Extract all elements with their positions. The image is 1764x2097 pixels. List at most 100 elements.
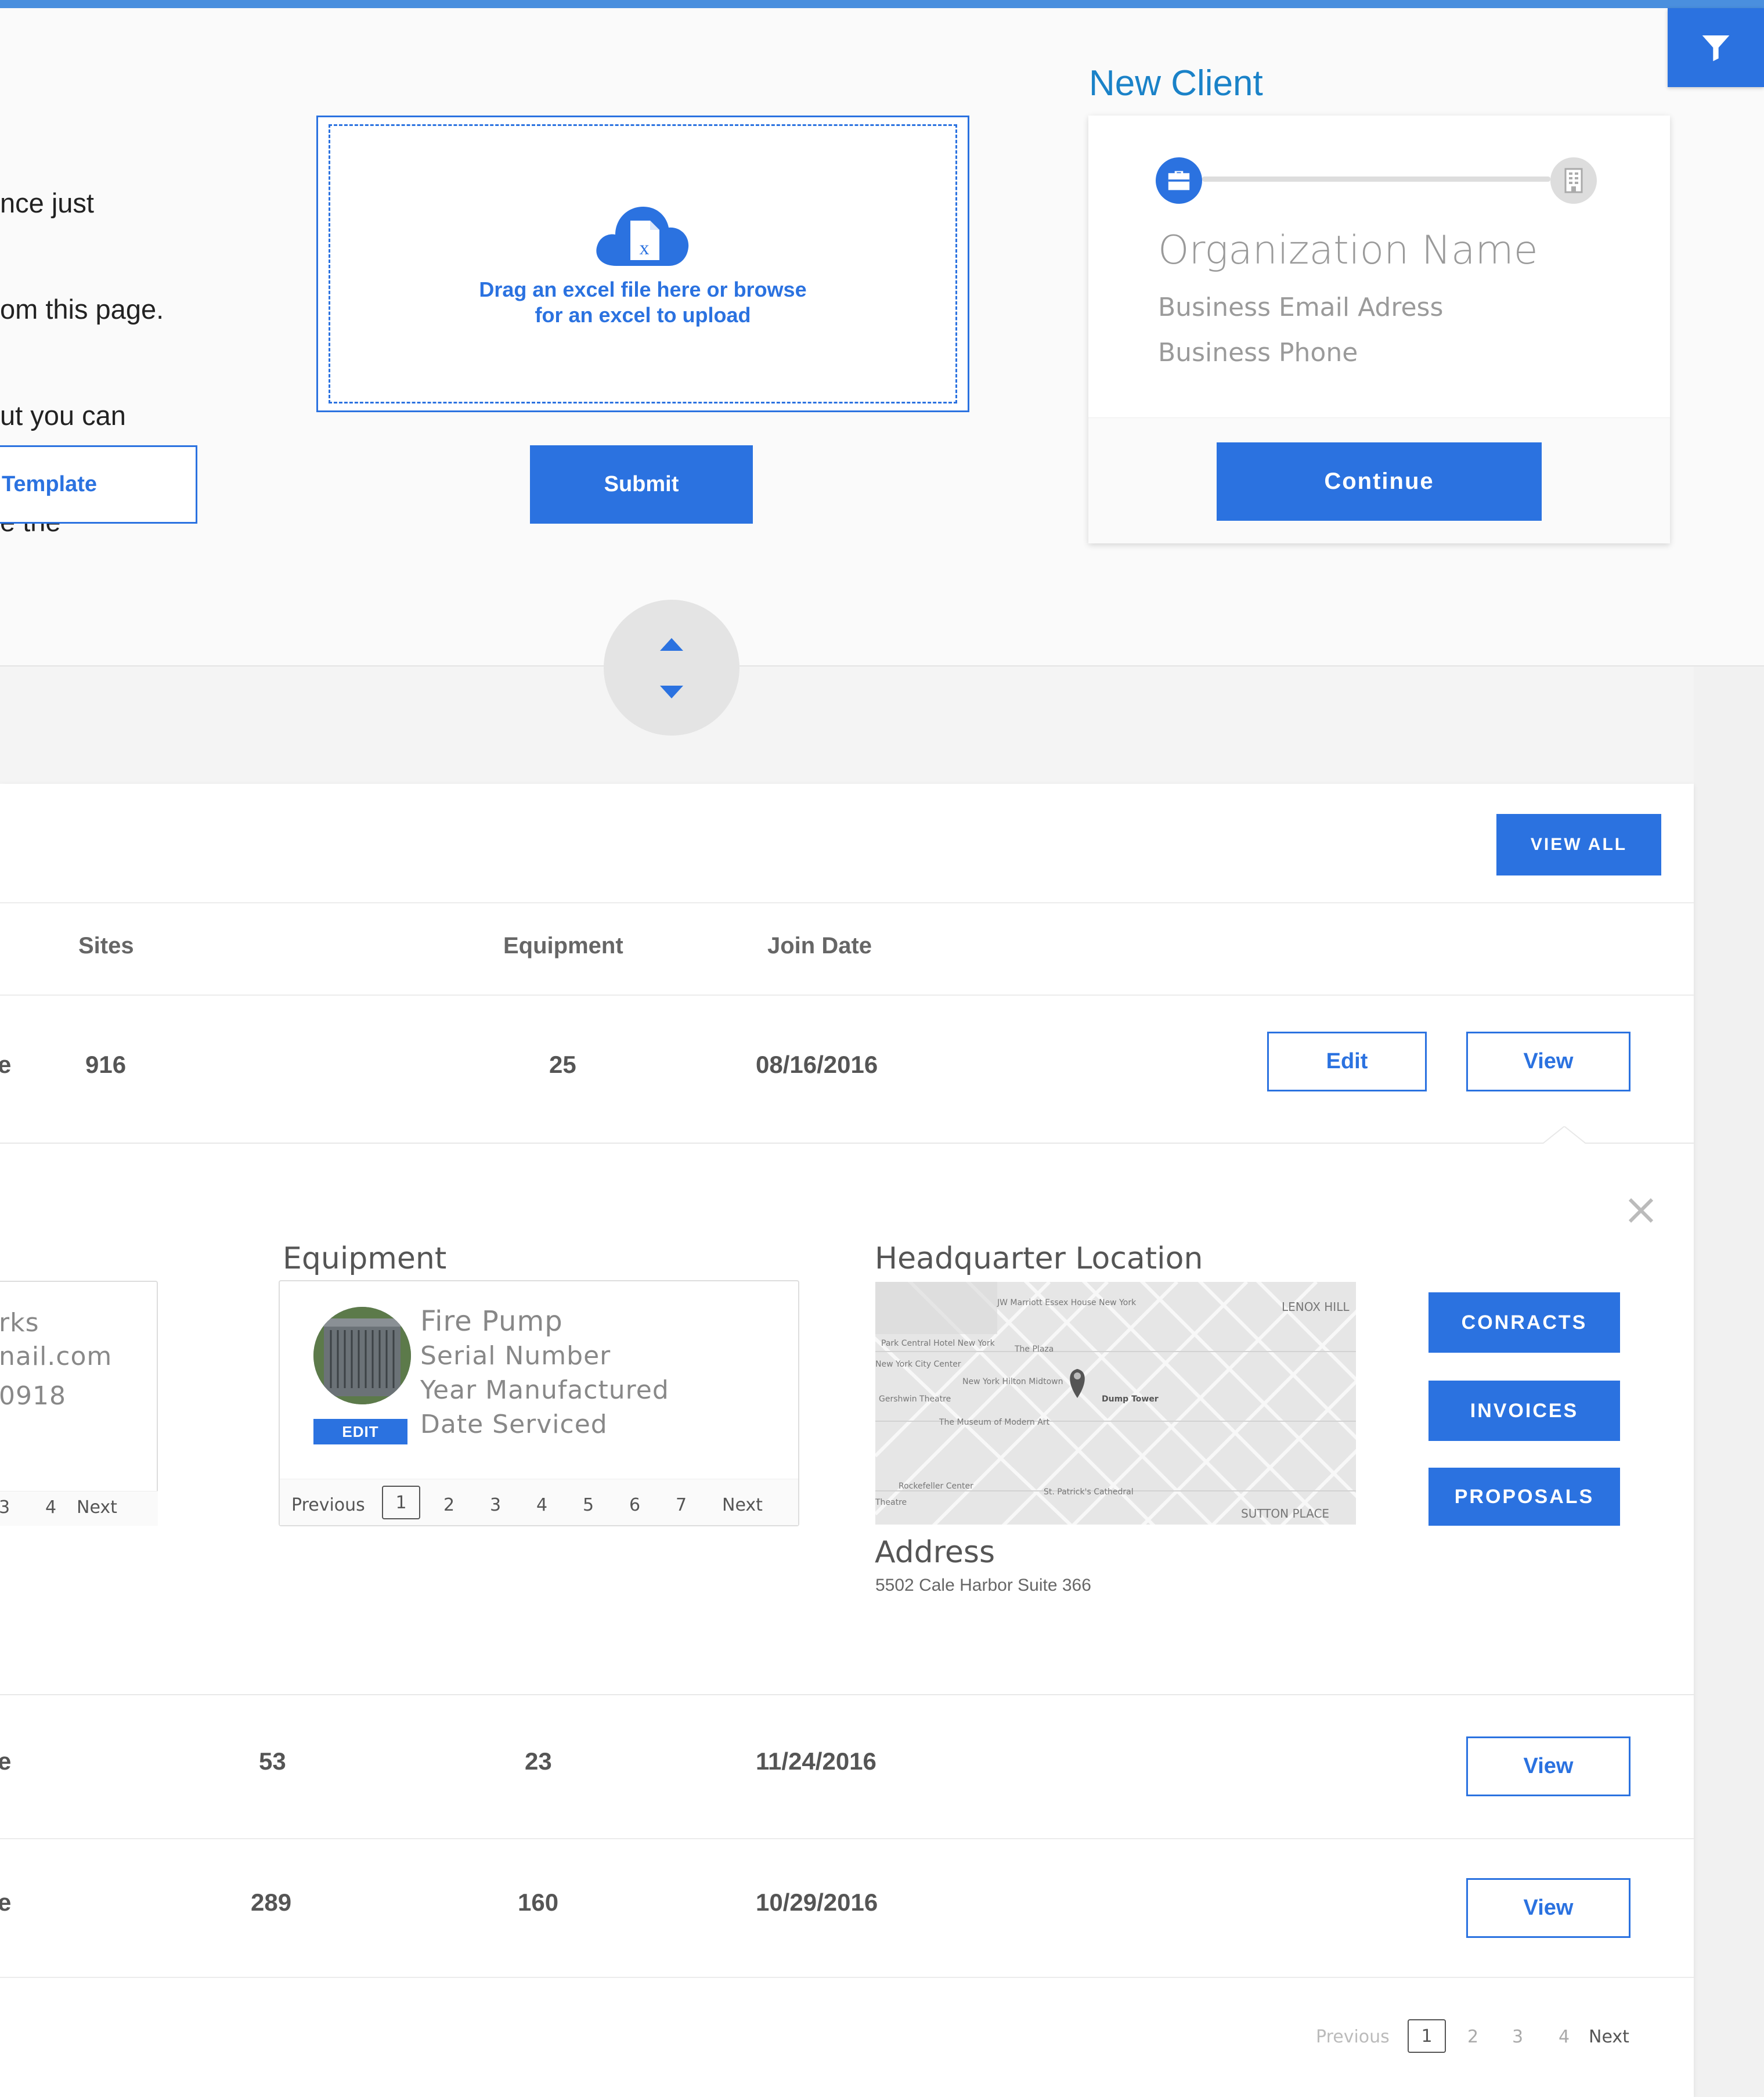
contact-line: rks <box>0 1308 39 1338</box>
detail-pointer-caret <box>1541 1126 1588 1146</box>
row-3-sites: 289 <box>251 1889 292 1916</box>
proposals-button[interactable]: PROPOSALS <box>1428 1468 1620 1526</box>
row-2-name: e <box>0 1748 12 1775</box>
contact-page-next[interactable]: Next <box>77 1494 117 1521</box>
pager-page-1[interactable]: 1 <box>1408 2019 1446 2053</box>
equipment-page-4[interactable]: 4 <box>536 1495 547 1515</box>
new-client-card: Organization Name Business Email Adress … <box>1088 116 1670 543</box>
row-2-equipment: 23 <box>525 1748 552 1775</box>
chevron-down-icon <box>660 686 683 698</box>
equipment-page-5[interactable]: 5 <box>583 1495 594 1515</box>
equipment-title: Equipment <box>283 1241 447 1276</box>
instruction-line: ut you can <box>0 400 126 431</box>
contact-line: 0918 <box>0 1381 66 1411</box>
map-label: St. Patrick's Cathedral <box>1044 1487 1134 1497</box>
equipment-page-2[interactable]: 2 <box>443 1495 454 1515</box>
map-label: Theatre <box>875 1498 907 1507</box>
row-2-view-button[interactable]: View <box>1466 1736 1630 1796</box>
invoices-button[interactable]: INVOICES <box>1428 1381 1620 1441</box>
pager-previous[interactable]: Previous <box>1316 2027 1390 2047</box>
address-title: Address <box>875 1535 995 1570</box>
equipment-edit-button[interactable]: EDIT <box>313 1419 407 1444</box>
row-1-edit-button[interactable]: Edit <box>1267 1032 1427 1091</box>
chevron-up-icon <box>660 638 683 651</box>
view-all-label: VIEW ALL <box>1530 835 1628 854</box>
view-all-button[interactable]: VIEW ALL <box>1496 814 1661 875</box>
pager-next[interactable]: Next <box>1589 2027 1629 2047</box>
equipment-page-6[interactable]: 6 <box>629 1495 640 1515</box>
submit-button[interactable]: Submit <box>530 445 753 524</box>
header-divider-top <box>0 902 1694 903</box>
contracts-button[interactable]: CONRACTS <box>1428 1292 1620 1353</box>
business-email-field[interactable]: Business Email Adress <box>1158 293 1443 322</box>
equipment-page-7[interactable]: 7 <box>676 1495 687 1515</box>
row-divider <box>0 1977 1694 1978</box>
map-label: New York Hilton Midtown <box>962 1377 1063 1386</box>
step-organization[interactable] <box>1156 157 1202 204</box>
hq-map[interactable]: JW Marriott Essex House New York LENOX H… <box>875 1282 1356 1525</box>
filter-icon <box>1702 35 1730 62</box>
business-phone-field[interactable]: Business Phone <box>1158 338 1358 367</box>
row-1-equipment: 25 <box>549 1051 576 1078</box>
equipment-serviced: Date Serviced <box>420 1410 608 1439</box>
equipment-name: Fire Pump <box>420 1305 563 1338</box>
instruction-line: om this page. <box>0 294 164 325</box>
col-header-sites: Sites <box>78 933 134 959</box>
equipment-page-next[interactable]: Next <box>722 1495 763 1515</box>
continue-label: Continue <box>1324 469 1434 494</box>
map-label: Rockefeller Center <box>899 1482 973 1491</box>
pager-page-3[interactable]: 3 <box>1512 2027 1523 2047</box>
equipment-card: EDIT Fire Pump Serial Number Year Manufa… <box>279 1280 799 1526</box>
row-2-sites: 53 <box>259 1748 286 1775</box>
building-icon <box>1564 168 1583 193</box>
row-3-join-date: 10/29/2016 <box>756 1889 878 1916</box>
collapse-toggle[interactable] <box>604 600 739 736</box>
new-client-title: New Client <box>1089 63 1263 103</box>
equipment-edit-label: EDIT <box>342 1422 379 1440</box>
download-template-button[interactable]: Template <box>0 445 197 524</box>
page-number: 1 <box>1421 2026 1433 2046</box>
col-header-join-date: Join Date <box>767 933 872 959</box>
excel-dropzone[interactable]: x Drag an excel file here or browse for … <box>316 116 969 412</box>
address-value: 5502 Cale Harbor Suite 366 <box>875 1576 1091 1595</box>
row-2-join-date: 11/24/2016 <box>756 1748 876 1775</box>
row-3-view-button[interactable]: View <box>1466 1878 1630 1938</box>
map-label: Dump Tower <box>1102 1395 1159 1404</box>
pager-page-4[interactable]: 4 <box>1559 2027 1570 2047</box>
svg-text:x: x <box>640 237 650 259</box>
briefcase-icon <box>1168 171 1190 190</box>
col-header-equipment: Equipment <box>503 933 623 959</box>
filter-button[interactable] <box>1668 8 1764 87</box>
contact-page-3[interactable]: 3 <box>0 1494 10 1521</box>
organization-name-field[interactable]: Organization Name <box>1158 228 1538 273</box>
equipment-photo <box>313 1307 411 1404</box>
row-3-name: e <box>0 1889 12 1916</box>
row-1-view-button[interactable]: View <box>1466 1032 1630 1091</box>
equipment-page-previous[interactable]: Previous <box>291 1495 365 1515</box>
header-divider-bottom <box>0 995 1694 996</box>
contracts-label: CONRACTS <box>1461 1311 1588 1334</box>
pager-page-2[interactable]: 2 <box>1467 2027 1478 2047</box>
contact-page-4[interactable]: 4 <box>45 1494 56 1521</box>
equipment-page-3[interactable]: 3 <box>490 1495 501 1515</box>
map-streets: JW Marriott Essex House New York LENOX H… <box>875 1282 1356 1525</box>
right-gutter <box>1694 666 1764 2097</box>
row-divider <box>0 1838 1694 1839</box>
contact-card: rks nail.com 0918 3 4 Next <box>0 1281 158 1526</box>
map-label: The Plaza <box>1014 1345 1054 1354</box>
submit-label: Submit <box>604 472 679 496</box>
map-label: LENOX HILL <box>1282 1300 1350 1314</box>
dropzone-line-2: for an excel to upload <box>535 303 751 327</box>
continue-button[interactable]: Continue <box>1217 442 1542 521</box>
cloud-excel-upload-icon: x <box>596 207 689 266</box>
dropzone-line-1: Drag an excel file here or browse <box>479 278 807 301</box>
step-building[interactable] <box>1550 157 1597 204</box>
close-icon[interactable] <box>1626 1196 1655 1225</box>
equipment-page-1[interactable]: 1 <box>382 1486 420 1519</box>
equipment-year: Year Manufactured <box>420 1375 669 1405</box>
map-label: Park Central Hotel New York <box>881 1339 995 1348</box>
map-label: SUTTON PLACE <box>1241 1507 1329 1520</box>
edit-label: Edit <box>1326 1049 1368 1073</box>
template-button-label: Template <box>2 472 98 496</box>
proposals-label: PROPOSALS <box>1454 1485 1595 1508</box>
